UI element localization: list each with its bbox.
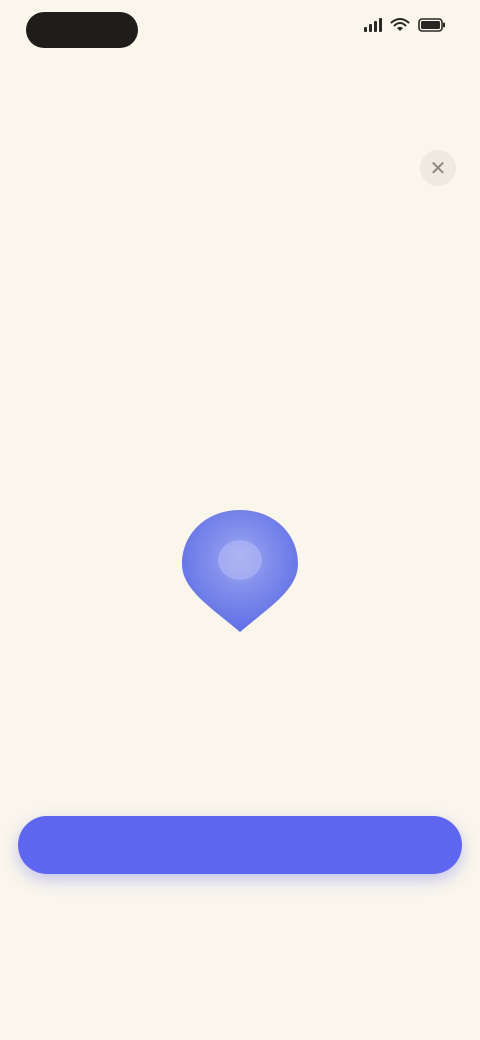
wifi-icon [390, 18, 410, 32]
signal-icon [364, 18, 382, 32]
close-button[interactable]: ✕ [420, 150, 456, 186]
status-bar [0, 0, 480, 64]
close-icon: ✕ [429, 157, 447, 180]
location-pin-icon [170, 500, 310, 640]
status-time [26, 12, 138, 48]
status-icons [364, 18, 446, 32]
screen: ✕ [0, 0, 480, 1040]
primary-button[interactable] [18, 816, 462, 874]
battery-icon [418, 18, 446, 32]
